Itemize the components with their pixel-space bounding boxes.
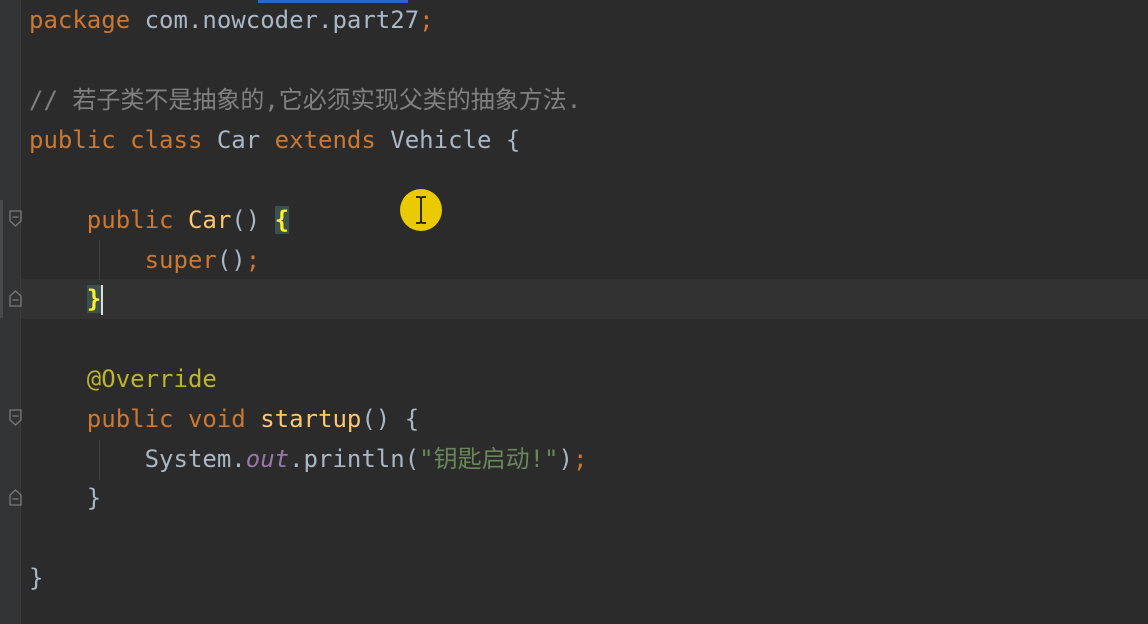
code-line-class-declaration[interactable]: public class Car extends Vehicle {: [29, 120, 520, 160]
text-ibeam-cursor-icon: [415, 196, 427, 224]
keyword-public: public: [29, 126, 116, 154]
open-brace: {: [505, 126, 521, 154]
fold-marker-icon[interactable]: [9, 210, 22, 228]
println-call: .println(: [289, 445, 420, 473]
parens: (): [216, 246, 246, 274]
code-editor[interactable]: package com.nowcoder.part27; // 若子类不是抽象的…: [0, 0, 1148, 624]
keyword-class: class: [130, 126, 203, 154]
matched-open-brace: {: [274, 206, 290, 234]
close-brace: }: [29, 564, 44, 592]
matched-close-brace: }: [86, 285, 102, 313]
current-line-highlight: [21, 279, 1148, 319]
annotation-override: @Override: [86, 365, 217, 393]
close-paren: ): [558, 445, 573, 473]
system-object: System.: [144, 445, 246, 473]
parens: (): [361, 405, 391, 433]
package-name: com.nowcoder.part27: [130, 6, 420, 34]
keyword-package: package: [29, 6, 131, 34]
fold-marker-icon[interactable]: [9, 488, 22, 506]
out-field: out: [245, 445, 290, 473]
gutter: [0, 0, 20, 624]
parens: (): [231, 206, 261, 234]
text-caret: [101, 285, 104, 315]
close-brace: }: [86, 484, 102, 512]
string-literal: "钥匙启动!": [419, 445, 559, 473]
code-line-method-declaration[interactable]: public void startup() {: [29, 399, 419, 439]
constructor-name: Car: [187, 206, 232, 234]
keyword-public: public: [86, 206, 174, 234]
semicolon: ;: [419, 6, 434, 34]
semicolon: ;: [245, 246, 261, 274]
keyword-super: super: [144, 246, 217, 274]
code-line-constructor[interactable]: public Car() {: [29, 200, 290, 240]
code-line-println[interactable]: System.out.println("钥匙启动!");: [29, 439, 588, 479]
method-name: startup: [260, 405, 362, 433]
keyword-void: void: [187, 405, 246, 433]
open-brace: {: [404, 405, 420, 433]
fold-marker-icon[interactable]: [9, 409, 22, 427]
code-line-method-close[interactable]: }: [29, 478, 101, 518]
change-marker: [0, 200, 3, 318]
code-line-class-close[interactable]: }: [29, 558, 43, 598]
semicolon: ;: [572, 445, 588, 473]
code-line-package[interactable]: package com.nowcoder.part27;: [29, 0, 434, 40]
code-line-comment[interactable]: // 若子类不是抽象的,它必须实现父类的抽象方法.: [29, 80, 581, 120]
comment-text: // 若子类不是抽象的,它必须实现父类的抽象方法.: [29, 86, 582, 114]
code-line-annotation[interactable]: @Override: [29, 359, 217, 399]
parent-class-name: Vehicle: [390, 126, 492, 154]
keyword-public: public: [86, 405, 174, 433]
class-name: Car: [216, 126, 261, 154]
code-line-super-call[interactable]: super();: [29, 240, 261, 280]
keyword-extends: extends: [274, 126, 376, 154]
code-line-constructor-close[interactable]: }: [29, 279, 104, 319]
fold-marker-icon[interactable]: [9, 289, 22, 307]
